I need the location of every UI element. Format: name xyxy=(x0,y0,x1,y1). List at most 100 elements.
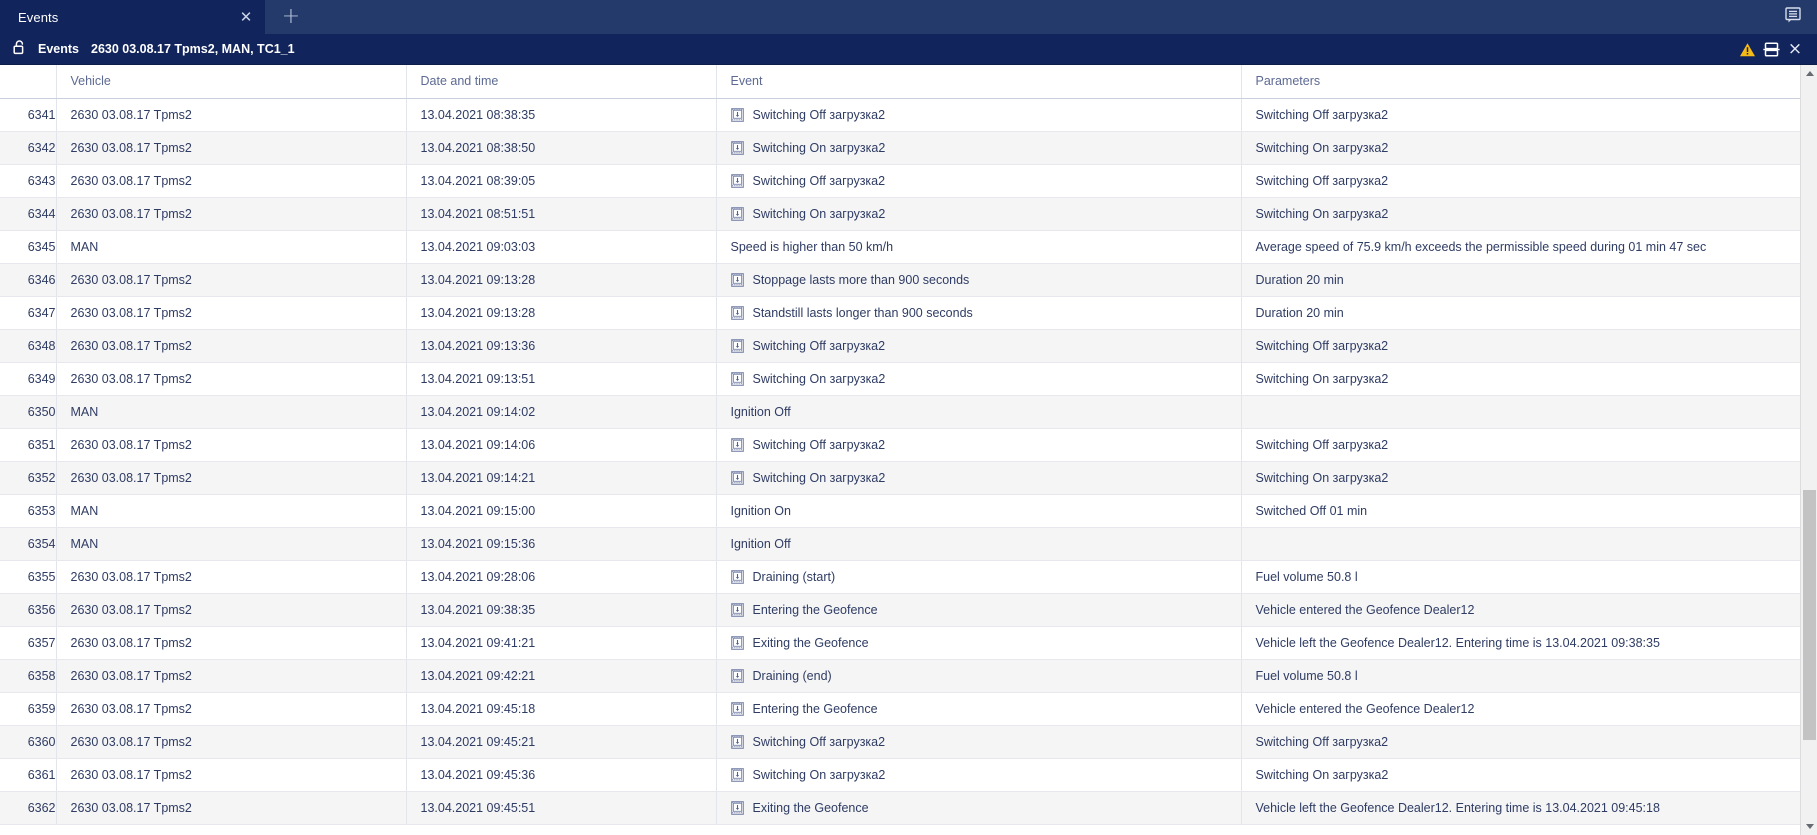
tab-bar: Events ✕ + xyxy=(0,0,1817,34)
cell-datetime: 13.04.2021 09:13:28 xyxy=(406,263,717,297)
table-header: Vehicle Date and time Event Parameters xyxy=(0,65,1800,99)
table-row[interactable]: 6352 2630 03.08.17 Tpms2 13.04.2021 09:14:… xyxy=(0,461,1800,495)
cell-vehicle: 2630 03.08.17 Tpms2 xyxy=(56,791,407,825)
event-label: Ignition On xyxy=(730,503,791,518)
sensor-event-icon xyxy=(730,371,744,386)
tab-label: Events xyxy=(18,9,59,25)
table-row[interactable]: 6341 2630 03.08.17 Tpms2 13.04.2021 08:38:… xyxy=(0,98,1800,132)
cell-vehicle: 2630 03.08.17 Tpms2 xyxy=(56,197,407,231)
event-cell-content: Switching On загрузка2 xyxy=(730,767,1241,782)
unlocked-padlock-icon[interactable] xyxy=(12,38,28,61)
event-cell-content: Switching Off загрузка2 xyxy=(730,734,1241,749)
cell-parameters: Switching On загрузка2 xyxy=(1241,362,1800,396)
cell-event: Draining (start) xyxy=(716,560,1242,594)
table-row[interactable]: 6356 2630 03.08.17 Tpms2 13.04.2021 09:38:… xyxy=(0,593,1800,627)
warning-triangle-icon[interactable] xyxy=(1735,37,1759,61)
cell-event: Ignition Off xyxy=(716,527,1242,561)
table-row[interactable]: 6343 2630 03.08.17 Tpms2 13.04.2021 08:39:… xyxy=(0,164,1800,198)
table-row[interactable]: 6359 2630 03.08.17 Tpms2 13.04.2021 09:45:… xyxy=(0,692,1800,726)
cell-vehicle: 2630 03.08.17 Tpms2 xyxy=(56,263,407,297)
event-cell-content: Ignition Off xyxy=(731,405,1241,419)
cell-vehicle: MAN xyxy=(56,527,407,561)
cell-event: Switching Off загрузка2 xyxy=(716,98,1242,132)
sensor-event-icon xyxy=(730,206,744,221)
event-cell-content: Entering the Geofence xyxy=(730,701,1241,716)
cell-datetime: 13.04.2021 09:38:35 xyxy=(406,593,717,627)
table-row[interactable]: 6346 2630 03.08.17 Tpms2 13.04.2021 09:13:… xyxy=(0,263,1800,297)
table-row[interactable]: 6350 MAN 13.04.2021 09:14:02 Ignition Off xyxy=(0,395,1800,429)
cell-datetime: 13.04.2021 09:28:06 xyxy=(406,560,717,594)
table-row[interactable]: 6345 MAN 13.04.2021 09:03:03 Speed is highe… xyxy=(0,230,1800,264)
table-row[interactable]: 6347 2630 03.08.17 Tpms2 13.04.2021 09:13:… xyxy=(0,296,1800,330)
table-row[interactable]: 6360 2630 03.08.17 Tpms2 13.04.2021 09:45:… xyxy=(0,725,1800,759)
table-row[interactable]: 6358 2630 03.08.17 Tpms2 13.04.2021 09:42:… xyxy=(0,659,1800,693)
event-cell-content: Switching Off загрузка2 xyxy=(730,107,1241,122)
events-grid-body: Vehicle Date and time Event Parameters 6… xyxy=(0,65,1800,835)
sensor-event-icon xyxy=(730,701,744,716)
cell-datetime: 13.04.2021 08:38:35 xyxy=(406,98,717,132)
column-header-vehicle[interactable]: Vehicle xyxy=(56,65,407,99)
tab-events[interactable]: Events ✕ xyxy=(0,0,265,34)
cell-id: 6353 xyxy=(0,494,57,528)
close-icon[interactable]: × xyxy=(1783,37,1807,61)
scroll-down-arrow-icon[interactable] xyxy=(1801,818,1817,835)
event-label: Switching On загрузка2 xyxy=(752,371,886,386)
table-row[interactable]: 6348 2630 03.08.17 Tpms2 13.04.2021 09:13:… xyxy=(0,329,1800,363)
cell-vehicle: 2630 03.08.17 Tpms2 xyxy=(56,659,407,693)
cell-parameters xyxy=(1241,527,1800,561)
cell-vehicle: MAN xyxy=(56,494,407,528)
split-layout-icon[interactable] xyxy=(1759,37,1783,61)
table-row[interactable]: 6353 MAN 13.04.2021 09:15:00 Ignition On Swi… xyxy=(0,494,1800,528)
event-label: Standstill lasts longer than 900 seconds xyxy=(752,305,973,320)
cell-parameters: Fuel volume 50.8 l xyxy=(1241,659,1800,693)
cell-event: Exiting the Geofence xyxy=(716,626,1242,660)
table-row[interactable]: 6349 2630 03.08.17 Tpms2 13.04.2021 09:13:… xyxy=(0,362,1800,396)
event-cell-content: Stoppage lasts more than 900 seconds xyxy=(730,272,1241,287)
close-icon-glyph: × xyxy=(1787,38,1803,59)
cell-vehicle: 2630 03.08.17 Tpms2 xyxy=(56,593,407,627)
cell-event: Switching Off загрузка2 xyxy=(716,725,1242,759)
table-row[interactable]: 6361 2630 03.08.17 Tpms2 13.04.2021 09:45:… xyxy=(0,758,1800,792)
vertical-scrollbar[interactable] xyxy=(1800,65,1817,835)
scroll-thumb[interactable] xyxy=(1803,490,1816,740)
sensor-event-icon xyxy=(730,338,744,353)
column-header-event[interactable]: Event xyxy=(716,65,1242,99)
event-label: Switching On загрузка2 xyxy=(752,206,886,221)
cell-vehicle: 2630 03.08.17 Tpms2 xyxy=(56,758,407,792)
table-row[interactable]: 6354 MAN 13.04.2021 09:15:36 Ignition Off xyxy=(0,527,1800,561)
cell-datetime: 13.04.2021 09:13:28 xyxy=(406,296,717,330)
sensor-event-icon xyxy=(730,140,744,155)
table-row[interactable]: 6362 2630 03.08.17 Tpms2 13.04.2021 09:45:… xyxy=(0,791,1800,825)
event-cell-content: Ignition Off xyxy=(731,537,1241,551)
cell-parameters: Switching Off загрузка2 xyxy=(1241,329,1800,363)
column-header-datetime[interactable]: Date and time xyxy=(406,65,717,99)
plus-icon[interactable]: + xyxy=(265,0,317,34)
column-header-id[interactable] xyxy=(0,65,57,99)
cell-event: Ignition Off xyxy=(716,395,1242,429)
cell-parameters: Duration 20 min xyxy=(1241,263,1800,297)
event-label: Switching Off загрузка2 xyxy=(752,107,886,122)
cell-vehicle: 2630 03.08.17 Tpms2 xyxy=(56,461,407,495)
sensor-event-icon xyxy=(730,338,744,353)
table-row[interactable]: 6342 2630 03.08.17 Tpms2 13.04.2021 08:38:… xyxy=(0,131,1800,165)
cell-datetime: 13.04.2021 08:39:05 xyxy=(406,164,717,198)
cell-datetime: 13.04.2021 08:51:51 xyxy=(406,197,717,231)
event-cell-content: Switching On загрузка2 xyxy=(730,140,1241,155)
close-icon[interactable]: ✕ xyxy=(237,9,255,25)
scroll-up-arrow-icon[interactable] xyxy=(1801,65,1817,82)
cell-id: 6341 xyxy=(0,98,57,132)
event-cell-content: Speed is higher than 50 km/h xyxy=(731,240,1241,254)
cell-id: 6359 xyxy=(0,692,57,726)
cell-parameters: Vehicle entered the Geofence Dealer12 xyxy=(1241,593,1800,627)
sensor-event-icon xyxy=(730,734,744,749)
table-row[interactable]: 6351 2630 03.08.17 Tpms2 13.04.2021 09:14:… xyxy=(0,428,1800,462)
column-header-parameters[interactable]: Parameters xyxy=(1241,65,1800,99)
event-label: Stoppage lasts more than 900 seconds xyxy=(752,272,970,287)
cell-event: Entering the Geofence xyxy=(716,593,1242,627)
panel-toggle-icon[interactable] xyxy=(1783,5,1803,30)
sensor-event-icon xyxy=(730,272,744,287)
sensor-event-icon xyxy=(730,767,744,782)
table-row[interactable]: 6344 2630 03.08.17 Tpms2 13.04.2021 08:51:… xyxy=(0,197,1800,231)
table-row[interactable]: 6355 2630 03.08.17 Tpms2 13.04.2021 09:28:… xyxy=(0,560,1800,594)
table-row[interactable]: 6357 2630 03.08.17 Tpms2 13.04.2021 09:41:… xyxy=(0,626,1800,660)
